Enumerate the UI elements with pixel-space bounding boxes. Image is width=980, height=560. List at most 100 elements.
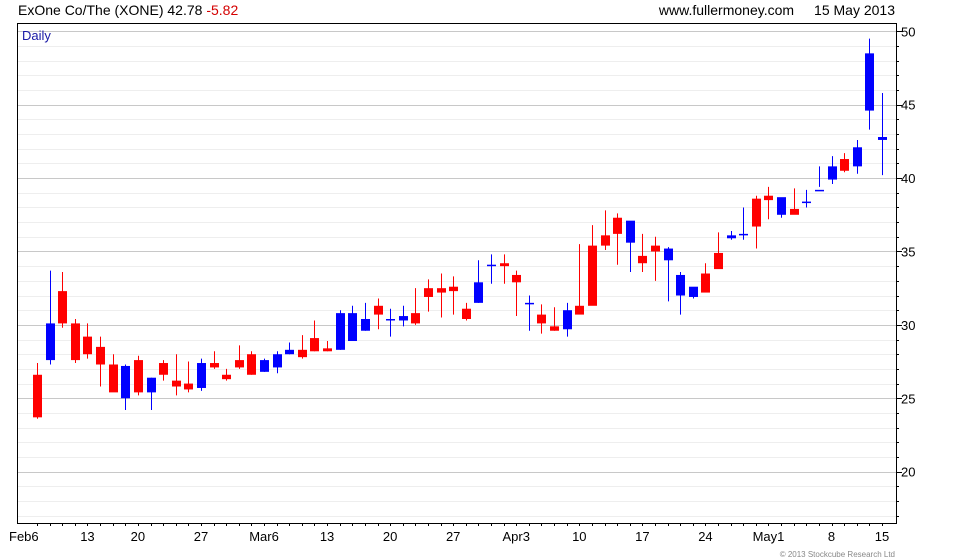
candle <box>247 351 256 375</box>
candle-body <box>374 305 383 315</box>
candle <box>802 189 811 208</box>
candle-body <box>790 208 799 215</box>
candle <box>96 336 105 387</box>
candlestick-chart: 20 25 30 35 40 45 50 Feb6 13 20 27 Mar6 13 20 27 Apr3 1… <box>9 23 915 544</box>
y-tick-label: 30 <box>901 318 915 333</box>
candle-body <box>71 323 80 361</box>
candle <box>651 236 660 281</box>
candle-body <box>701 273 710 293</box>
x-tick-label: 20 <box>383 529 397 544</box>
candle <box>109 354 118 393</box>
candle-body <box>474 282 483 303</box>
candle-body <box>664 248 673 261</box>
candle <box>512 270 521 317</box>
candle-body <box>575 305 584 315</box>
x-tick-label: Mar6 <box>249 529 279 544</box>
x-tick-label: Apr3 <box>503 529 530 544</box>
candle-body <box>235 360 244 368</box>
candle-body <box>83 336 92 355</box>
candle-body <box>310 338 319 352</box>
candle <box>500 254 509 284</box>
candle <box>121 364 130 410</box>
candle-body <box>815 189 824 192</box>
candle <box>210 351 219 369</box>
y-tick-label: 25 <box>901 391 915 406</box>
candle-body <box>46 323 55 361</box>
candle <box>865 38 874 130</box>
candle-body <box>865 53 874 111</box>
candle-body <box>437 288 446 293</box>
candle-body <box>147 377 156 393</box>
candle-body <box>689 286 698 297</box>
candle <box>172 354 181 396</box>
candle-body <box>121 365 130 399</box>
candle-body <box>285 349 294 355</box>
candle-body <box>727 235 736 239</box>
candle-body <box>626 220 635 243</box>
candle <box>626 220 635 273</box>
candle-body <box>651 245 660 252</box>
candle <box>701 263 710 293</box>
candle <box>449 276 458 315</box>
candle-body <box>638 255 647 264</box>
candle <box>386 308 395 337</box>
candle-body <box>33 374 42 418</box>
candle-body <box>676 274 685 296</box>
candle <box>361 302 370 331</box>
x-tick-label: 8 <box>828 529 835 544</box>
candle-body <box>197 363 206 388</box>
candle <box>222 368 231 381</box>
candle-body <box>588 245 597 306</box>
candle <box>739 207 748 240</box>
candle-body <box>58 291 67 324</box>
candle <box>424 279 433 312</box>
candle-body <box>537 314 546 324</box>
candle-body <box>159 363 168 375</box>
candle-body <box>96 346 105 365</box>
candle <box>348 305 357 342</box>
candle-body <box>777 197 786 215</box>
candle-body <box>840 159 849 171</box>
candle <box>462 302 471 321</box>
y-tick-label: 35 <box>901 244 915 259</box>
candle <box>777 197 786 218</box>
candle-body <box>222 374 231 380</box>
candle-body <box>184 383 193 390</box>
candle <box>676 272 685 315</box>
candle-body <box>550 326 559 331</box>
candle-body <box>399 316 408 321</box>
candle <box>83 323 92 359</box>
y-tick-label: 20 <box>901 465 915 480</box>
candle <box>46 270 55 365</box>
period-label: Daily <box>22 28 51 43</box>
candle-body <box>764 195 773 201</box>
candle-body <box>323 348 332 352</box>
candle <box>374 298 383 330</box>
x-tick-label: 27 <box>446 529 460 544</box>
candle <box>537 304 546 334</box>
candle <box>487 254 496 284</box>
candle-body <box>298 349 307 358</box>
candle <box>575 244 584 315</box>
candle <box>727 230 736 240</box>
candle-body <box>853 147 862 167</box>
x-tick-label: May1 <box>753 529 785 544</box>
x-tick-label: 13 <box>320 529 334 544</box>
candle <box>33 363 42 419</box>
candle <box>235 345 244 369</box>
candle <box>298 335 307 359</box>
candle-body <box>411 313 420 324</box>
candle <box>323 341 332 352</box>
candle-body <box>348 313 357 342</box>
candle <box>689 286 698 299</box>
candle <box>197 358 206 391</box>
candle-body <box>802 201 811 204</box>
candle <box>840 153 849 173</box>
candle <box>159 360 168 381</box>
candle <box>752 195 761 249</box>
candle-body <box>336 313 345 350</box>
plot-frame <box>17 23 897 524</box>
x-tick-label: 13 <box>80 529 94 544</box>
candle <box>601 210 610 251</box>
copyright-notice: © 2013 Stockcube Research Ltd <box>779 550 895 559</box>
